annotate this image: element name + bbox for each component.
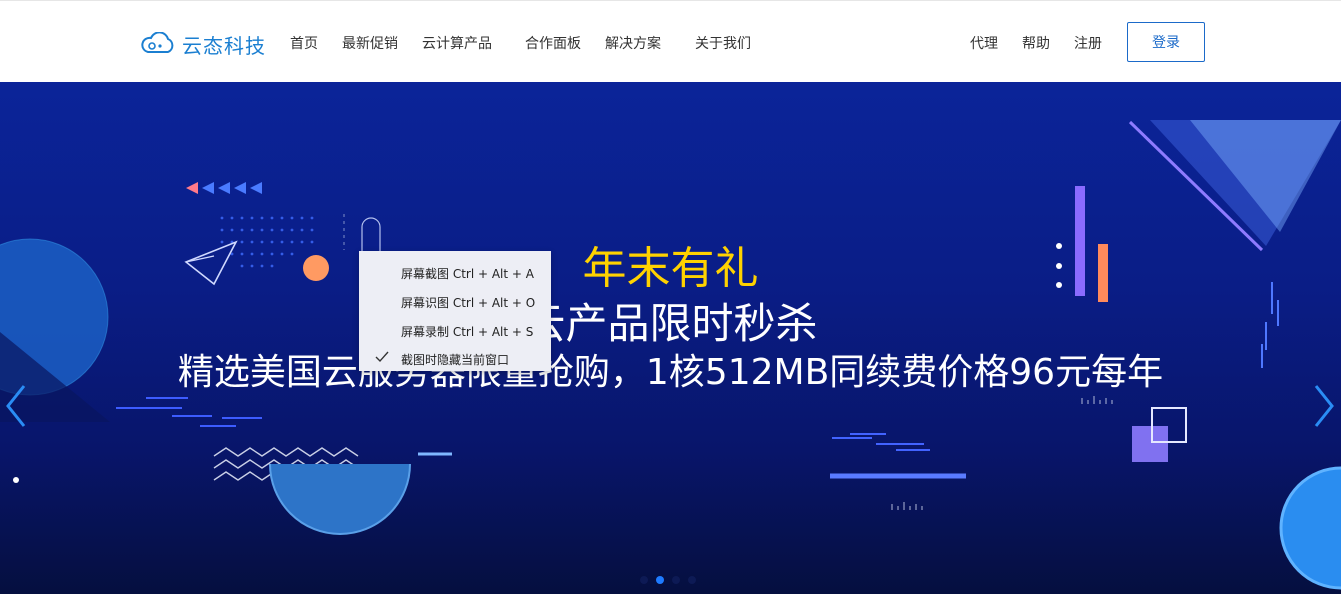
checkmark-icon: [375, 351, 389, 363]
nav-promotions[interactable]: 最新促销: [342, 33, 398, 53]
banner-description: 精选美国云服务器限量抢购，1核512MB同续费价格96元每年: [177, 352, 1164, 393]
banner-subtitle: 云产品限时秒杀: [523, 299, 818, 348]
nav-help[interactable]: 帮助: [1022, 33, 1050, 53]
nav-home[interactable]: 首页: [290, 33, 318, 53]
context-menu: 屏幕截图 Ctrl + Alt + A 屏幕识图 Ctrl + Alt + O …: [359, 251, 551, 371]
nav-cloud-products[interactable]: 云计算产品: [422, 33, 492, 53]
menu-item-screen-record[interactable]: 屏幕录制 Ctrl + Alt + S: [401, 323, 533, 340]
nav-register[interactable]: 注册: [1074, 33, 1102, 53]
slide-dot[interactable]: [688, 576, 696, 584]
logo[interactable]: 云态科技: [138, 31, 266, 58]
menu-item-hide-window[interactable]: 截图时隐藏当前窗口: [401, 351, 509, 368]
login-button[interactable]: 登录: [1127, 22, 1205, 62]
cloud-logo-icon: [141, 32, 174, 53]
hero-banner[interactable]: 年末有礼 云产品限时秒杀 精选美国云服务器限量抢购，1核512MB同续费价格96…: [0, 82, 1341, 594]
slide-dot[interactable]: [672, 576, 680, 584]
nav-solutions[interactable]: 解决方案: [605, 33, 661, 53]
slide-indicator: [640, 576, 696, 584]
slide-dot[interactable]: [640, 576, 648, 584]
nav-about[interactable]: 关于我们: [695, 33, 751, 53]
top-header: 云态科技 首页 最新促销 云计算产品 合作面板 解决方案 关于我们 代理 帮助 …: [0, 0, 1341, 82]
next-slide-arrow-icon[interactable]: [1312, 382, 1336, 430]
prev-slide-arrow-icon[interactable]: [4, 382, 28, 430]
nav-agent[interactable]: 代理: [970, 33, 998, 53]
banner-title: 年末有礼: [582, 243, 759, 294]
nav-partner-panel[interactable]: 合作面板: [525, 33, 581, 53]
menu-item-screenshot[interactable]: 屏幕截图 Ctrl + Alt + A: [401, 265, 534, 282]
logo-text: 云态科技: [182, 33, 266, 58]
menu-item-screen-recognize[interactable]: 屏幕识图 Ctrl + Alt + O: [401, 294, 535, 311]
slide-dot[interactable]: [656, 576, 664, 584]
